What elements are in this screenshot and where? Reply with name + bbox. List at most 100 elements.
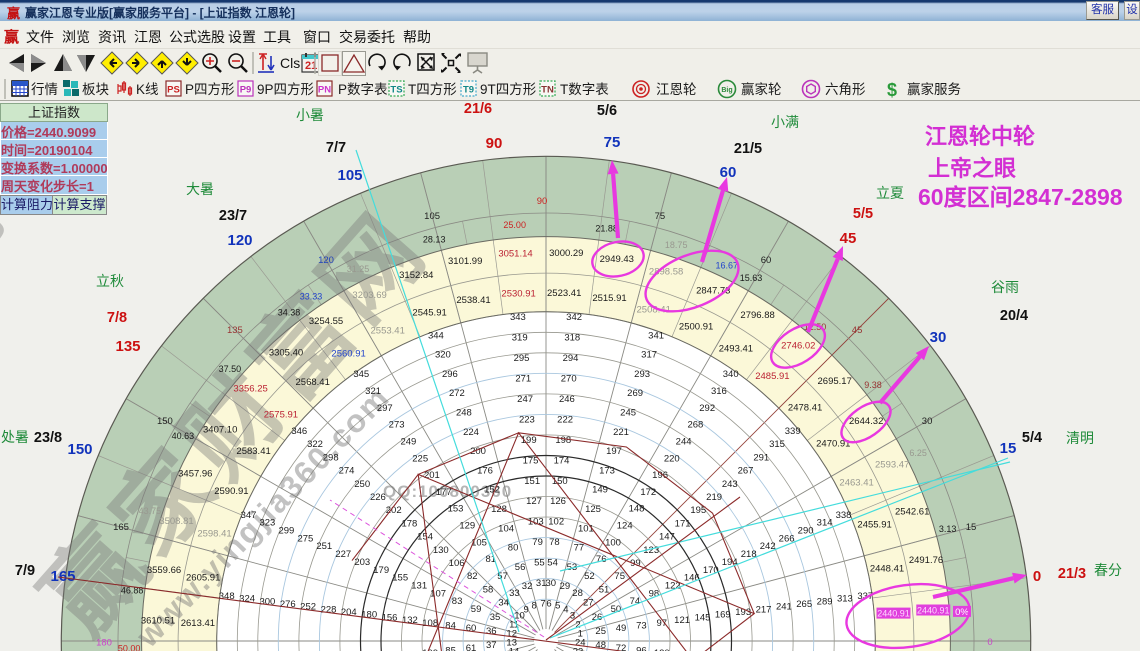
svg-text:31: 31 — [536, 578, 547, 589]
svg-text:54: 54 — [547, 558, 558, 569]
svg-text:2455.91: 2455.91 — [857, 520, 891, 531]
svg-text:178: 178 — [401, 518, 417, 529]
svg-text:56: 56 — [515, 562, 526, 573]
svg-text:48: 48 — [595, 640, 606, 651]
svg-text:165: 165 — [50, 568, 75, 585]
svg-text:K线: K线 — [136, 82, 159, 97]
svg-text:85: 85 — [445, 646, 456, 651]
svg-text:PN: PN — [318, 85, 331, 96]
svg-text:2583.41: 2583.41 — [236, 446, 270, 457]
svg-text:246: 246 — [559, 394, 575, 405]
svg-text:223: 223 — [519, 414, 535, 425]
svg-text:294: 294 — [563, 353, 579, 364]
svg-text:3203.69: 3203.69 — [352, 290, 386, 301]
svg-text:243: 243 — [722, 479, 738, 490]
svg-text:7/9: 7/9 — [15, 563, 35, 579]
svg-text:105: 105 — [337, 167, 362, 184]
svg-text:90: 90 — [537, 196, 548, 207]
svg-text:37.50: 37.50 — [219, 364, 242, 374]
svg-text:148: 148 — [629, 504, 645, 515]
svg-text:2530.91: 2530.91 — [501, 289, 535, 300]
svg-text:2500.91: 2500.91 — [679, 321, 713, 332]
svg-text:155: 155 — [392, 573, 408, 584]
svg-text:2593.47: 2593.47 — [875, 460, 909, 471]
svg-text:处暑: 处暑 — [1, 429, 29, 445]
svg-text:43.75: 43.75 — [139, 506, 162, 516]
svg-text:55: 55 — [534, 558, 545, 569]
svg-text:96: 96 — [636, 646, 647, 651]
svg-text:321: 321 — [365, 386, 381, 397]
svg-text:赢家服务: 赢家服务 — [907, 81, 961, 97]
svg-text:T四方形: T四方形 — [408, 82, 457, 97]
svg-text:14: 14 — [509, 646, 520, 651]
svg-text:150: 150 — [552, 476, 568, 487]
svg-text:2949.43: 2949.43 — [600, 254, 634, 265]
svg-text:2542.61: 2542.61 — [895, 506, 929, 517]
svg-text:上帝之眼: 上帝之眼 — [928, 156, 1016, 181]
svg-text:15: 15 — [1000, 440, 1017, 457]
svg-text:274: 274 — [339, 466, 355, 477]
svg-text:217: 217 — [756, 604, 772, 615]
svg-text:323: 323 — [259, 518, 275, 529]
svg-text:101: 101 — [578, 523, 594, 534]
svg-text:江恩轮: 江恩轮 — [656, 82, 697, 97]
svg-text:18.75: 18.75 — [665, 240, 688, 250]
svg-text:15: 15 — [966, 522, 977, 533]
svg-text:PS: PS — [167, 85, 180, 96]
svg-text:2491.76: 2491.76 — [909, 555, 943, 566]
svg-text:23/7: 23/7 — [219, 208, 247, 224]
svg-text:2545.91: 2545.91 — [412, 307, 446, 318]
svg-text:248: 248 — [456, 408, 472, 419]
svg-text:31.25: 31.25 — [347, 264, 370, 274]
svg-text:Cls: Cls — [280, 55, 300, 71]
svg-text:2478.41: 2478.41 — [788, 403, 822, 414]
svg-text:342: 342 — [566, 312, 582, 323]
svg-text:270: 270 — [561, 374, 577, 385]
svg-text:9T四方形: 9T四方形 — [480, 82, 537, 97]
svg-text:341: 341 — [648, 330, 664, 341]
svg-text:51: 51 — [599, 584, 610, 595]
svg-text:60度区间2847-2898: 60度区间2847-2898 — [918, 184, 1123, 210]
svg-text:197: 197 — [606, 446, 622, 457]
svg-text:立夏: 立夏 — [876, 185, 904, 201]
svg-text:154: 154 — [417, 532, 433, 543]
svg-text:T数字表: T数字表 — [560, 82, 609, 97]
svg-text:58: 58 — [483, 584, 494, 595]
svg-text:297: 297 — [377, 403, 393, 414]
svg-text:板块: 板块 — [82, 82, 109, 97]
svg-text:40.63: 40.63 — [172, 431, 195, 441]
svg-text:295: 295 — [514, 353, 530, 364]
svg-text:7/8: 7/8 — [107, 310, 127, 326]
svg-text:28: 28 — [572, 588, 583, 599]
svg-text:20/4: 20/4 — [1000, 308, 1028, 324]
svg-text:346: 346 — [291, 426, 307, 437]
svg-text:30: 30 — [930, 329, 947, 346]
svg-text:3356.25: 3356.25 — [233, 384, 267, 395]
svg-text:129: 129 — [459, 521, 475, 532]
svg-text:15.63: 15.63 — [740, 273, 763, 283]
svg-text:170: 170 — [703, 565, 719, 576]
svg-text:小满: 小满 — [771, 114, 799, 130]
svg-text:60: 60 — [761, 255, 772, 266]
svg-text:5/5: 5/5 — [853, 206, 873, 222]
svg-text:267: 267 — [738, 466, 754, 477]
svg-text:221: 221 — [613, 427, 629, 438]
svg-text:2575.91: 2575.91 — [264, 410, 298, 421]
svg-text:153: 153 — [448, 504, 464, 515]
svg-text:180: 180 — [96, 638, 112, 649]
svg-text:立秋: 立秋 — [96, 273, 124, 289]
svg-text:3457.96: 3457.96 — [178, 469, 212, 480]
svg-text:六角形: 六角形 — [825, 82, 866, 97]
svg-text:219: 219 — [706, 492, 722, 503]
svg-text:2440.91: 2440.91 — [917, 606, 950, 616]
svg-text:江恩轮中轮: 江恩轮中轮 — [925, 124, 1035, 149]
svg-text:2440.91: 2440.91 — [877, 609, 910, 619]
svg-text:319: 319 — [512, 333, 528, 344]
svg-text:28.13: 28.13 — [423, 234, 446, 244]
svg-text:227: 227 — [335, 549, 351, 560]
svg-text:80: 80 — [508, 543, 519, 554]
svg-text:36: 36 — [486, 626, 497, 637]
svg-text:3508.81: 3508.81 — [159, 516, 193, 527]
svg-text:2598.41: 2598.41 — [197, 528, 231, 539]
svg-text:72: 72 — [616, 643, 627, 651]
